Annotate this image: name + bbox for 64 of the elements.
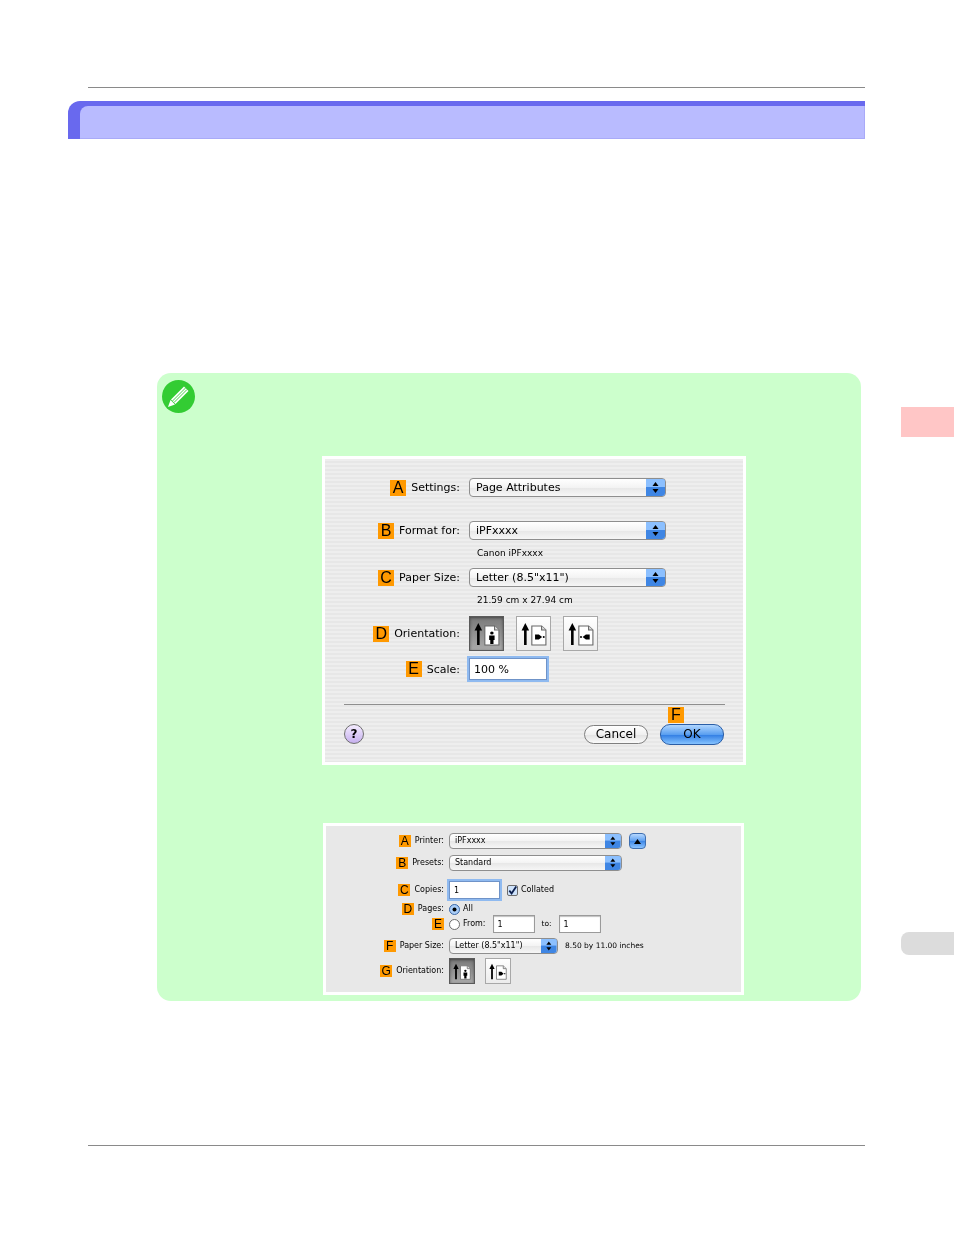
- caption-text: 21.59 cm x 27.94 cm: [477, 595, 573, 605]
- pencil-icon: [162, 380, 195, 413]
- disclosure-button[interactable]: [629, 833, 646, 849]
- checkbox-label: Collated: [521, 886, 554, 894]
- radio-label: From:: [463, 920, 486, 928]
- orientation-button[interactable]: [449, 958, 475, 984]
- popup-menu[interactable]: iPFxxxx: [469, 521, 666, 540]
- radio-button[interactable]: [449, 918, 460, 930]
- field-label: Paper Size:: [399, 942, 444, 950]
- field-label: Scale:: [426, 663, 460, 675]
- callout-letter: G: [380, 965, 393, 977]
- callout-letter: C: [398, 884, 411, 896]
- callout-letter: D: [373, 625, 390, 642]
- dialog-button[interactable]: OK: [660, 724, 724, 745]
- callout-letter: C: [378, 569, 395, 586]
- field-label: Orientation:: [396, 967, 444, 975]
- stepper-arrows-icon: [541, 939, 557, 953]
- callout-letter: F: [383, 940, 396, 952]
- landscape-orientation-icon: [520, 621, 547, 646]
- callout-letter: A: [398, 835, 411, 847]
- reverse-landscape-orientation-icon: [567, 621, 594, 646]
- callout-letter: F: [668, 707, 684, 723]
- portrait-orientation-icon: [473, 621, 500, 646]
- radio-label: All: [463, 905, 473, 913]
- field-label: Orientation:: [394, 628, 460, 639]
- checkbox[interactable]: [507, 884, 518, 896]
- dialog-button[interactable]: Cancel: [584, 725, 648, 744]
- stepper-arrows-icon: [646, 569, 665, 586]
- portrait-orientation-icon: [453, 962, 471, 980]
- field-label: Paper Size:: [399, 572, 460, 583]
- orientation-button[interactable]: [563, 616, 598, 651]
- landscape-orientation-icon: [489, 962, 507, 980]
- callout-letter: D: [401, 903, 414, 915]
- callout-letter: E: [432, 918, 444, 930]
- callout-letter: B: [396, 857, 409, 869]
- stepper-arrows-icon: [646, 522, 665, 539]
- stepper-arrows-icon: [605, 834, 621, 848]
- callout-letter: B: [378, 522, 395, 539]
- popup-menu[interactable]: Letter (8.5"x11"): [449, 938, 558, 954]
- orientation-button[interactable]: [485, 958, 511, 984]
- stepper-arrows-icon: [646, 479, 665, 496]
- caption-text: Canon iPFxxxx: [477, 548, 543, 558]
- field-label: Printer:: [414, 837, 444, 845]
- field-label: Pages:: [417, 905, 444, 913]
- popup-menu[interactable]: Page Attributes: [469, 478, 666, 497]
- help-button[interactable]: ?: [344, 724, 364, 744]
- popup-menu[interactable]: iPFxxxx: [449, 833, 622, 849]
- field-label: Settings:: [411, 482, 460, 493]
- popup-menu[interactable]: Letter (8.5"x11"): [469, 568, 666, 587]
- triangle-up-icon: [634, 838, 641, 844]
- callout-letter: A: [390, 479, 407, 496]
- stepper-arrows-icon: [605, 856, 621, 870]
- field-label: Format for:: [399, 525, 460, 536]
- field-label: Presets:: [412, 859, 444, 867]
- callout-letter: E: [405, 661, 422, 677]
- input-field[interactable]: 1: [449, 881, 500, 899]
- orientation-button[interactable]: [516, 616, 551, 651]
- input-field[interactable]: 1: [558, 915, 601, 933]
- radio-button[interactable]: [449, 903, 460, 915]
- orientation-button[interactable]: [469, 616, 504, 651]
- input-field[interactable]: 100 %: [469, 658, 547, 680]
- field-label: Copies:: [414, 886, 444, 894]
- popup-menu[interactable]: Standard: [449, 855, 622, 871]
- input-field[interactable]: 1: [492, 915, 535, 933]
